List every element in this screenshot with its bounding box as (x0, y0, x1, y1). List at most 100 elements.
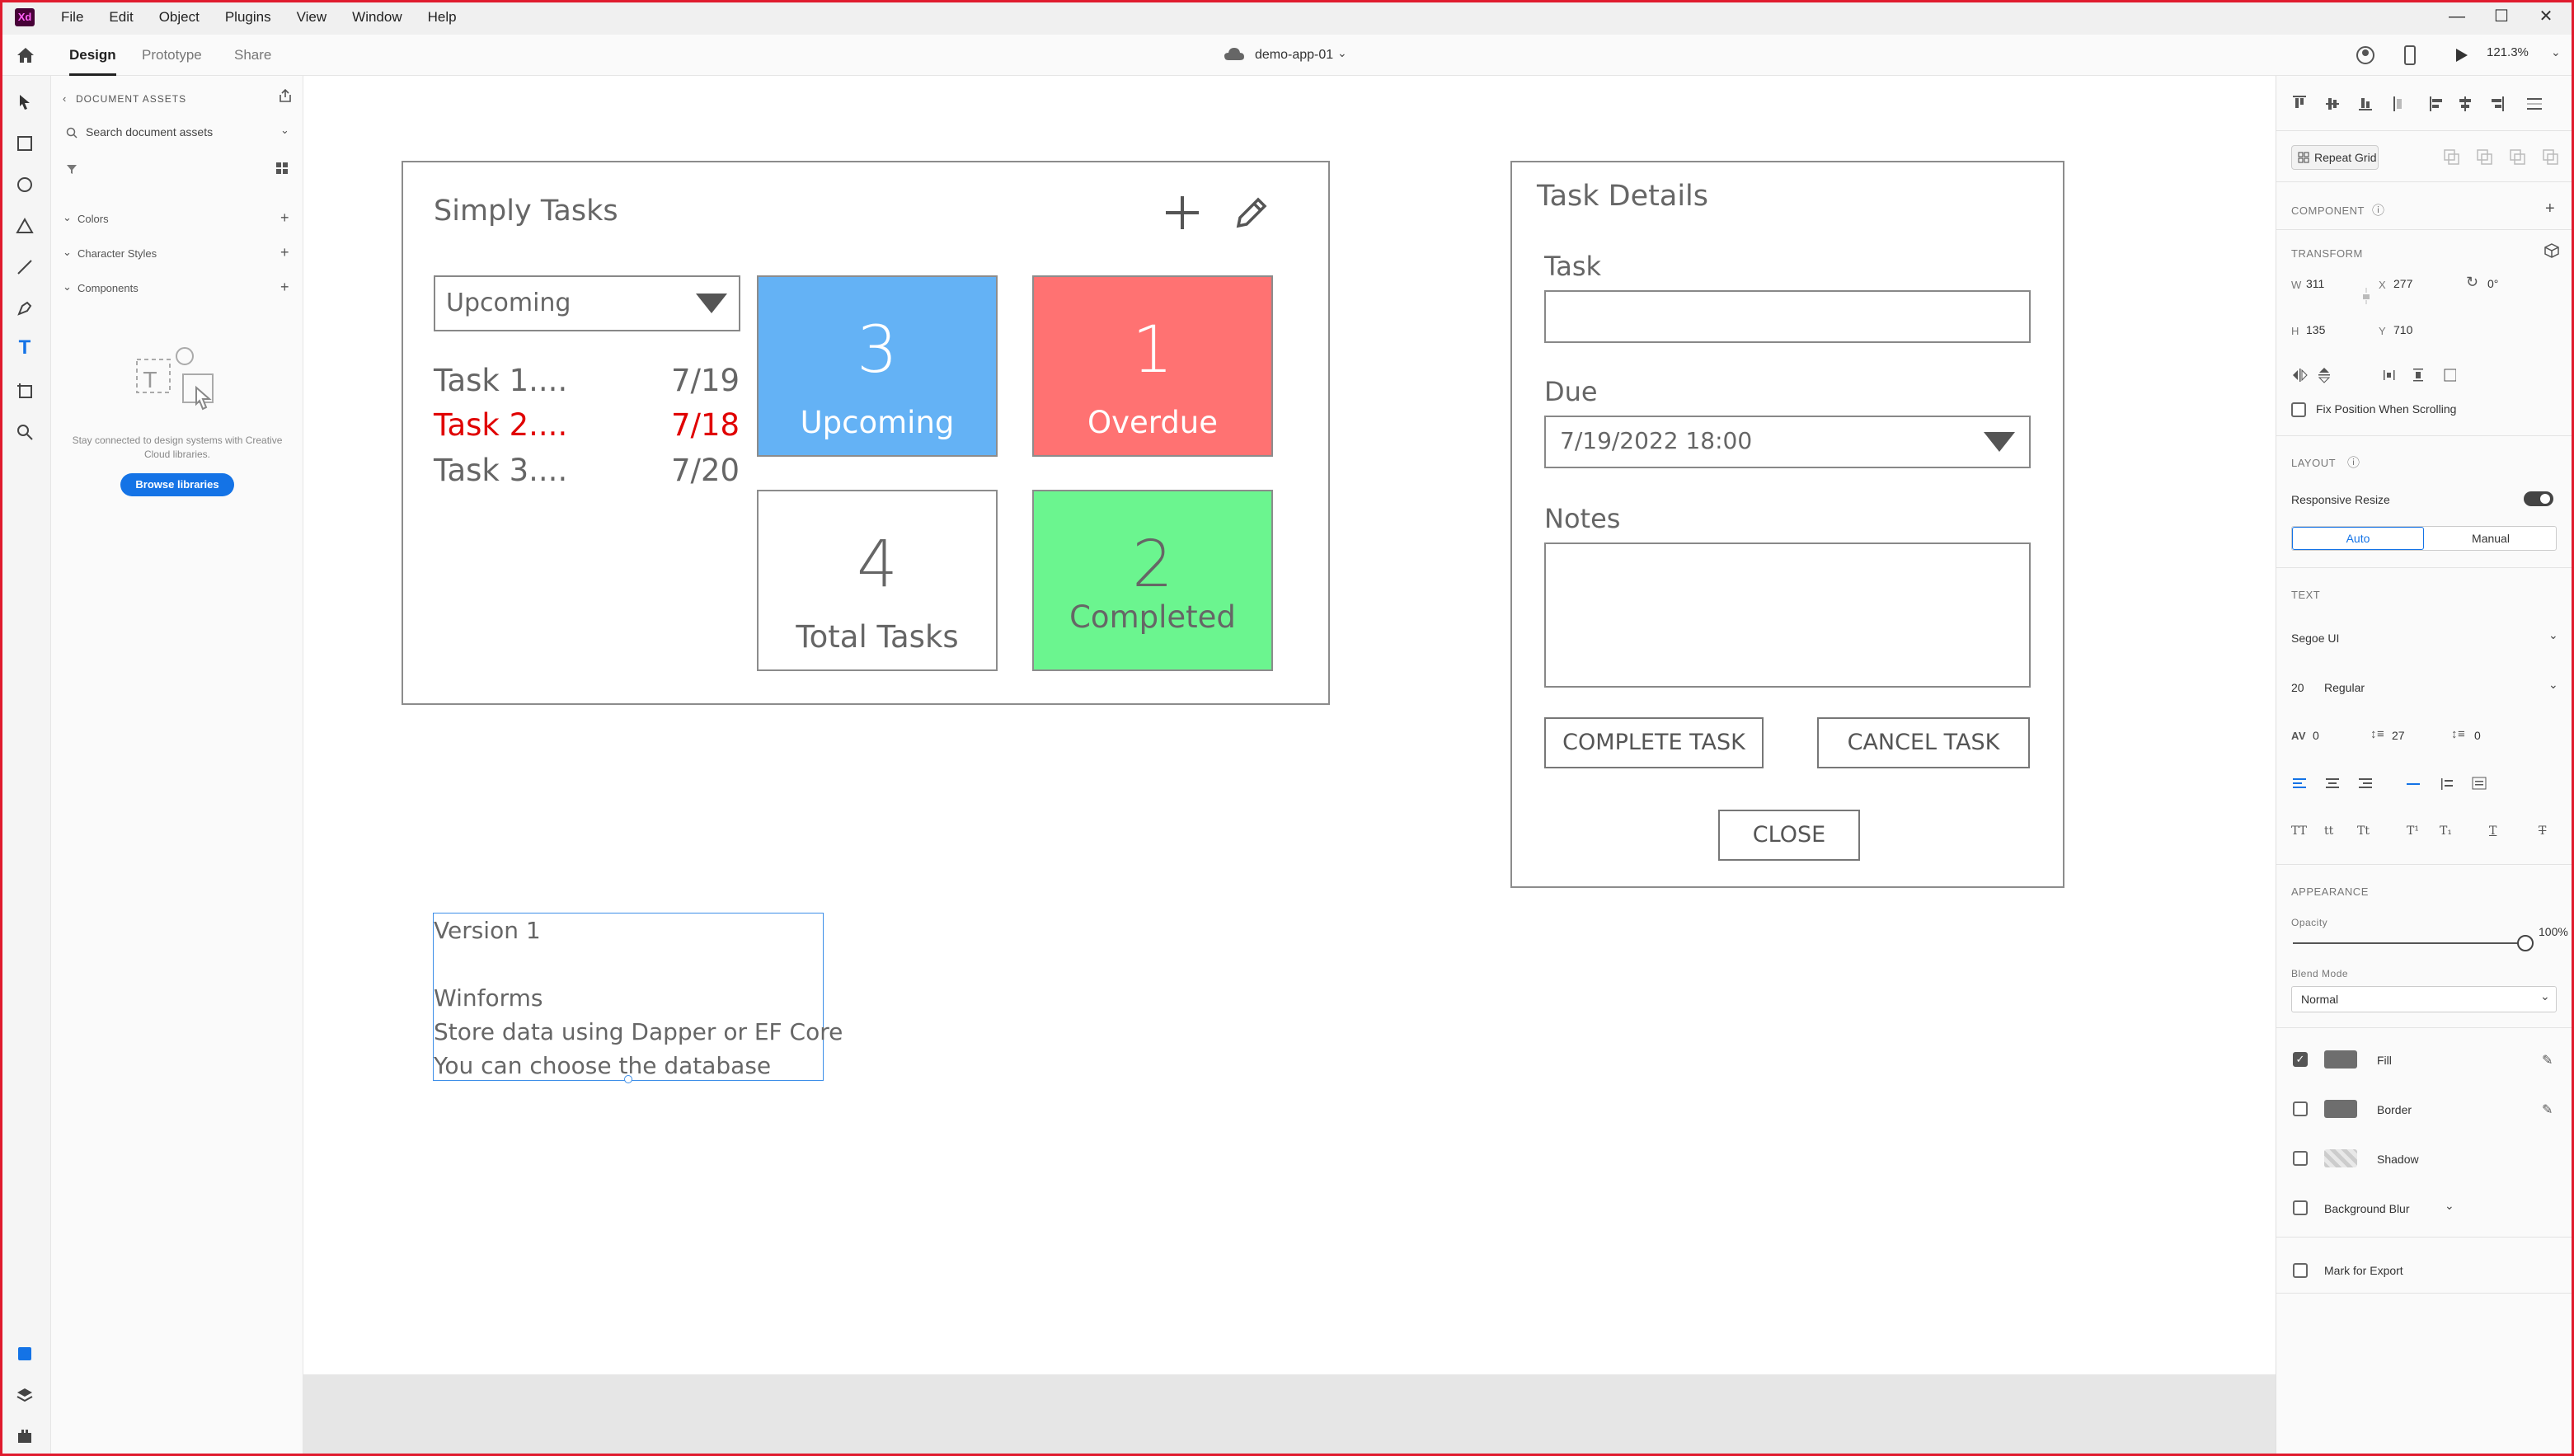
3d-transform-icon[interactable] (2543, 242, 2560, 259)
select-tool-icon[interactable] (15, 92, 35, 112)
fix-position-checkbox[interactable] (2291, 402, 2306, 417)
opacity-slider-track[interactable] (2293, 942, 2532, 944)
blend-mode-chevron-icon[interactable]: ⌄ (2540, 989, 2550, 1003)
layout-info-icon[interactable]: ⓘ (2347, 453, 2360, 471)
due-dropdown-arrow-icon[interactable] (1982, 430, 2017, 453)
font-family-select[interactable]: Segoe UI (2291, 632, 2339, 645)
filter-icon[interactable] (66, 163, 78, 175)
close-window-button[interactable]: ✕ (2521, 0, 2571, 35)
h-value[interactable]: 135 (2306, 323, 2325, 336)
zoom-level[interactable]: 121.3% (2487, 45, 2529, 59)
font-weight-chevron-icon[interactable]: ⌄ (2548, 678, 2558, 692)
task-row-1-name[interactable]: Task 1.... (434, 363, 567, 398)
task-row-3-name[interactable]: Task 3.... (434, 453, 567, 488)
close-button[interactable]: CLOSE (1718, 810, 1860, 861)
add-task-icon[interactable] (1163, 193, 1202, 232)
paragraph-spacing-value[interactable]: 0 (2474, 729, 2481, 742)
char-spacing-value[interactable]: 0 (2313, 729, 2319, 742)
menu-edit[interactable]: Edit (109, 9, 133, 26)
layout-auto-option[interactable]: Auto (2292, 527, 2424, 550)
play-icon[interactable] (2452, 46, 2470, 64)
border-checkbox[interactable] (2293, 1101, 2308, 1116)
lock-icon[interactable] (2362, 287, 2370, 305)
completed-tile[interactable]: 2 Completed (1032, 490, 1273, 671)
menu-view[interactable]: View (297, 9, 327, 26)
artboard-tool-icon[interactable] (15, 381, 35, 401)
w-value[interactable]: 311 (2306, 277, 2324, 290)
border-eyedropper-icon[interactable]: ✎ (2542, 1101, 2553, 1118)
dropdown-arrow-icon[interactable] (694, 292, 729, 315)
assets-panel-icon[interactable] (15, 1344, 35, 1364)
zoom-tool-icon[interactable] (15, 422, 35, 442)
opacity-slider-thumb[interactable] (2517, 935, 2534, 951)
add-component-icon[interactable]: + (280, 279, 289, 296)
menu-help[interactable]: Help (428, 9, 457, 26)
total-tasks-tile[interactable]: 4 Total Tasks (757, 490, 998, 671)
polygon-tool-icon[interactable] (15, 216, 35, 236)
menu-plugins[interactable]: Plugins (225, 9, 271, 26)
upcoming-tile[interactable]: 3 Upcoming (757, 275, 998, 457)
shadow-swatch[interactable] (2324, 1149, 2357, 1167)
line-tool-icon[interactable] (15, 257, 35, 277)
font-size-input[interactable]: 20 (2291, 681, 2304, 694)
components-chevron-icon[interactable]: ⌄ (63, 280, 72, 294)
export-icon[interactable] (277, 87, 294, 104)
shadow-checkbox[interactable] (2293, 1151, 2308, 1166)
pen-tool-icon[interactable] (15, 298, 35, 318)
complete-task-button[interactable]: COMPLETE TASK (1544, 717, 1764, 768)
document-title[interactable]: demo-app-01 (1255, 35, 1333, 76)
component-info-icon[interactable]: ⓘ (2372, 201, 2385, 218)
text-tool-icon[interactable]: T (15, 338, 35, 358)
layers-icon[interactable] (15, 1385, 35, 1405)
background-blur-chevron-icon[interactable]: ⌄ (2445, 1199, 2454, 1213)
fill-checkbox[interactable]: ✓ (2293, 1052, 2308, 1067)
search-input[interactable]: Search document assets (86, 125, 213, 139)
minimize-button[interactable]: — (2432, 0, 2482, 35)
menu-object[interactable]: Object (159, 9, 200, 26)
notes-textarea[interactable] (1544, 542, 2031, 688)
rectangle-tool-icon[interactable] (15, 134, 35, 153)
grid-view-icon[interactable] (275, 162, 289, 175)
section-colors[interactable]: Colors (78, 213, 109, 225)
task-row-2-name[interactable]: Task 2.... (434, 407, 567, 443)
menu-window[interactable]: Window (352, 9, 402, 26)
menu-file[interactable]: File (61, 9, 83, 26)
rotation-value[interactable]: 0° (2487, 277, 2498, 290)
search-chevron-icon[interactable]: ⌄ (280, 124, 289, 137)
tab-design[interactable]: Design (69, 35, 116, 76)
cancel-task-button[interactable]: CANCEL TASK (1817, 717, 2030, 768)
chevron-down-icon[interactable]: ⌄ (1337, 46, 1347, 60)
font-weight-select[interactable]: Regular (2324, 681, 2365, 694)
maximize-button[interactable]: ☐ (2477, 0, 2526, 35)
add-character-style-icon[interactable]: + (280, 244, 289, 261)
line-spacing-value[interactable]: 27 (2392, 729, 2405, 742)
user-icon[interactable] (2355, 45, 2376, 66)
border-swatch[interactable] (2324, 1100, 2357, 1118)
edit-pencil-icon[interactable] (1232, 195, 1270, 232)
overdue-tile[interactable]: 1 Overdue (1032, 275, 1273, 457)
font-family-chevron-icon[interactable]: ⌄ (2548, 628, 2558, 642)
opacity-value[interactable]: 100% (2539, 925, 2568, 938)
character-styles-chevron-icon[interactable]: ⌄ (63, 246, 72, 259)
tab-prototype[interactable]: Prototype (142, 35, 202, 76)
responsive-resize-toggle[interactable] (2524, 491, 2553, 506)
add-color-icon[interactable]: + (280, 209, 289, 227)
zoom-chevron-icon[interactable]: ⌄ (2551, 45, 2561, 59)
add-component-button[interactable]: + (2545, 200, 2555, 218)
fill-eyedropper-icon[interactable]: ✎ (2542, 1052, 2553, 1069)
layout-manual-option[interactable]: Manual (2425, 532, 2557, 545)
home-icon[interactable] (15, 45, 36, 66)
browse-libraries-button[interactable]: Browse libraries (120, 473, 234, 496)
section-character-styles[interactable]: Character Styles (78, 247, 157, 260)
tab-share[interactable]: Share (234, 35, 271, 76)
plugins-icon[interactable] (15, 1426, 35, 1446)
mark-export-checkbox[interactable] (2293, 1263, 2308, 1278)
fill-swatch[interactable] (2324, 1050, 2357, 1069)
y-value[interactable]: 710 (2393, 323, 2412, 336)
x-value[interactable]: 277 (2393, 277, 2412, 290)
back-chevron-icon[interactable]: ‹ (63, 92, 66, 105)
device-preview-icon[interactable] (2403, 45, 2417, 66)
ellipse-tool-icon[interactable] (15, 175, 35, 195)
colors-chevron-icon[interactable]: ⌄ (63, 211, 72, 224)
background-blur-checkbox[interactable] (2293, 1200, 2308, 1215)
